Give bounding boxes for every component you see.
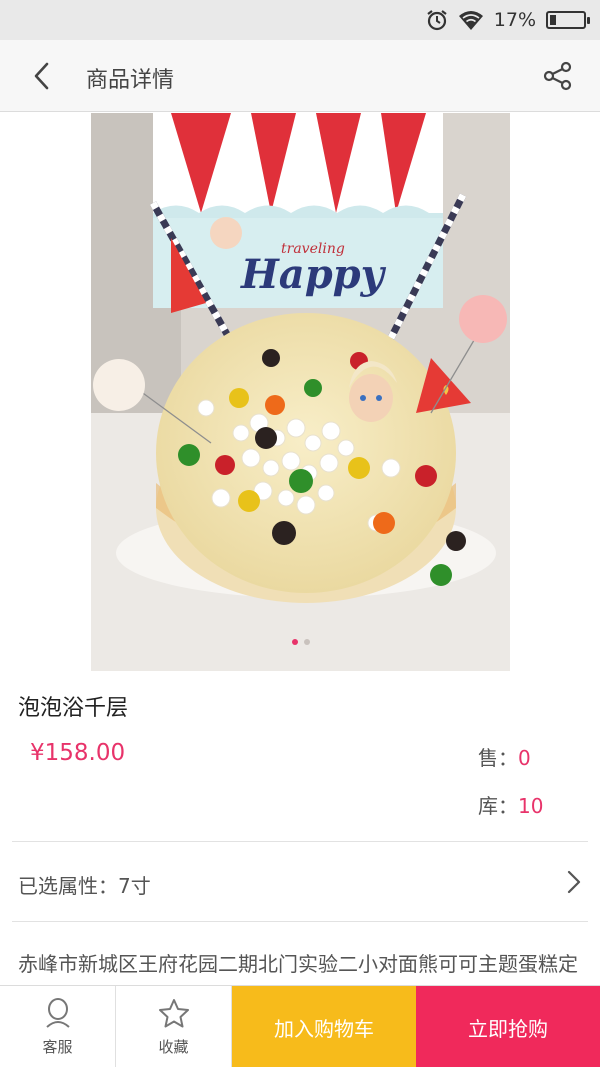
sold-label: 售： bbox=[478, 746, 518, 770]
attribute-text: 已选属性：7寸 bbox=[18, 874, 151, 898]
sold-count: 售：0 bbox=[478, 742, 531, 771]
divider bbox=[12, 921, 588, 922]
person-icon bbox=[45, 997, 70, 1028]
product-image-carousel[interactable]: Happy traveling bbox=[91, 113, 510, 671]
customer-service-label: 客服 bbox=[42, 1037, 73, 1056]
photo-traveling-text: traveling bbox=[281, 241, 345, 257]
stock-label: 库： bbox=[478, 794, 518, 818]
share-icon bbox=[543, 61, 572, 91]
carousel-indicator bbox=[91, 639, 510, 645]
favorite-label: 收藏 bbox=[158, 1037, 189, 1056]
stock-value: 10 bbox=[518, 794, 544, 818]
stock-count: 库：10 bbox=[478, 790, 543, 819]
share-button[interactable] bbox=[540, 58, 576, 94]
carousel-dot-2[interactable] bbox=[303, 639, 310, 645]
customer-service-button[interactable]: 客服 bbox=[0, 986, 116, 1067]
battery-percent: 17% bbox=[493, 9, 536, 31]
photo-happy-text: Happy bbox=[240, 251, 387, 298]
buy-now-button[interactable]: 立即抢购 bbox=[416, 986, 600, 1067]
shop-address: 赤峰市新城区王府花园二期北门实验二小对面熊可可主题蛋糕定制 bbox=[18, 952, 578, 976]
title-bar: 商品详情 bbox=[0, 40, 600, 112]
battery-icon bbox=[546, 11, 590, 29]
status-bar: 17% bbox=[0, 0, 600, 40]
product-photo: Happy traveling bbox=[91, 113, 510, 671]
alarm-icon bbox=[427, 10, 447, 31]
product-price: ¥158.00 bbox=[30, 740, 126, 766]
chevron-right-icon bbox=[567, 870, 581, 894]
sold-value: 0 bbox=[518, 746, 531, 770]
bottom-action-bar: 客服 收藏 加入购物车 立即抢购 bbox=[0, 985, 600, 1067]
status-icons: 17% bbox=[426, 8, 590, 32]
favorite-button[interactable]: 收藏 bbox=[116, 986, 232, 1067]
add-to-cart-button[interactable]: 加入购物车 bbox=[232, 986, 416, 1067]
star-icon bbox=[158, 998, 189, 1027]
product-name: 泡泡浴千层 bbox=[18, 696, 129, 721]
attribute-selector[interactable]: 已选属性：7寸 bbox=[0, 842, 600, 922]
wifi-icon bbox=[458, 11, 483, 30]
back-button[interactable] bbox=[24, 58, 60, 94]
carousel-dot-1[interactable] bbox=[291, 639, 298, 645]
page-title: 商品详情 bbox=[86, 68, 175, 93]
chevron-left-icon bbox=[34, 62, 49, 90]
